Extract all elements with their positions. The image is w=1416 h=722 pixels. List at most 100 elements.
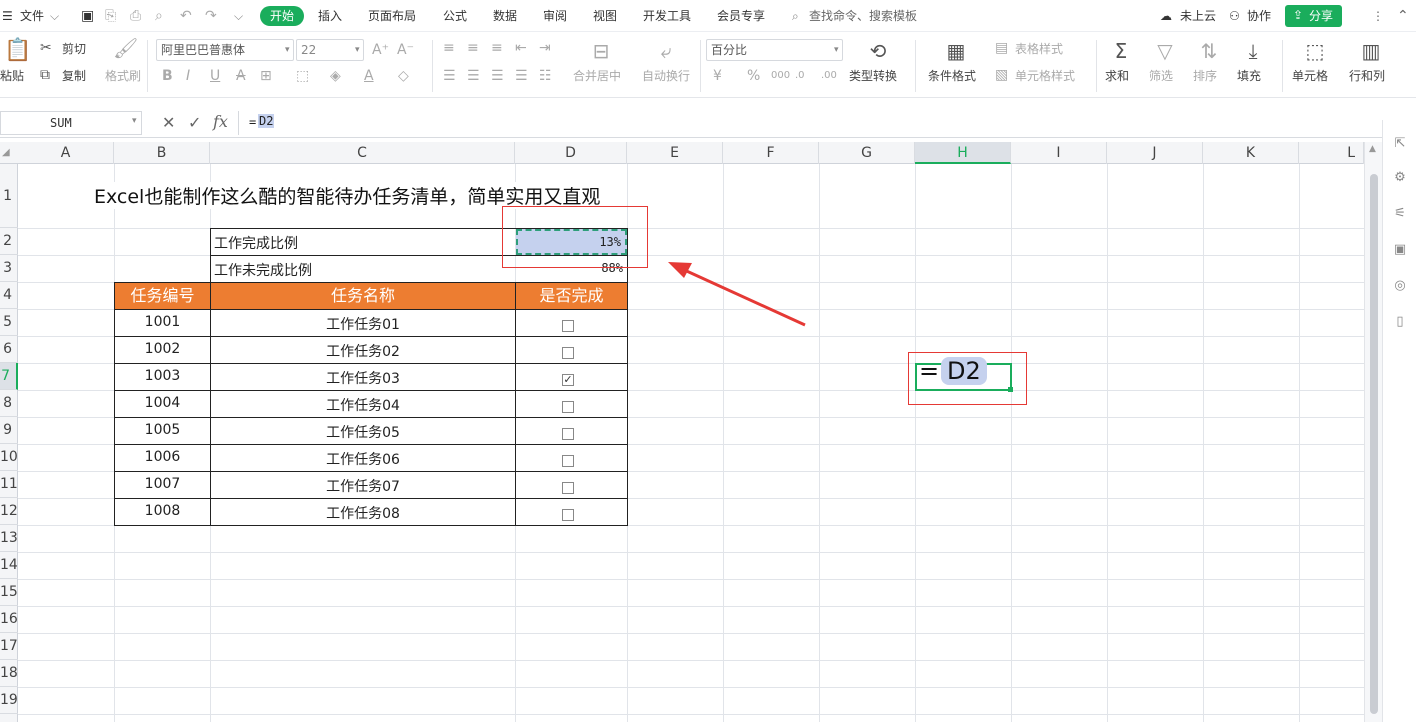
task-id[interactable]: 1002 (115, 341, 210, 357)
row-header-15[interactable]: 15 (0, 579, 18, 606)
column-header-j[interactable]: J (1107, 142, 1203, 164)
row-header-19[interactable]: 19 (0, 687, 18, 714)
task-name[interactable]: 工作任务08 (211, 503, 515, 523)
redo-icon[interactable]: ↷ (205, 8, 217, 24)
task-id[interactable]: 1005 (115, 422, 210, 438)
vertical-scrollbar[interactable]: ▲ (1364, 142, 1382, 722)
property-icon[interactable]: ⚟ (1392, 206, 1408, 222)
search-icon[interactable]: ⌕ (792, 8, 799, 24)
sum-icon[interactable]: Σ (1110, 40, 1132, 62)
header-done[interactable]: 是否完成 (515, 282, 628, 310)
paste-button[interactable]: 粘贴 (0, 69, 24, 83)
header-task-id[interactable]: 任务编号 (114, 282, 211, 310)
cancel-icon[interactable]: ✕ (162, 113, 175, 132)
row-header-5[interactable]: 5 (0, 309, 18, 336)
format-painter-button[interactable]: 格式刷 (105, 69, 141, 83)
filter-button[interactable]: 筛选 (1149, 69, 1173, 83)
file-menu[interactable]: 文件 (20, 8, 44, 24)
scrollbar-thumb[interactable] (1370, 174, 1378, 714)
print-icon[interactable]: ⎙ (130, 8, 141, 24)
scissors-icon[interactable]: ✂ (40, 40, 52, 56)
table-style-icon[interactable]: ▤ (995, 40, 1008, 56)
task-id[interactable]: 1006 (115, 449, 210, 465)
row-header-11[interactable]: 11 (0, 471, 18, 498)
customize-toolbar-icon[interactable]: ⌵ (234, 8, 243, 24)
row-header-3[interactable]: 3 (0, 255, 18, 282)
distribute-icon[interactable]: ☷ (539, 68, 552, 84)
collapse-icon[interactable]: ⌃ (1397, 8, 1409, 24)
task-id[interactable]: 1001 (115, 314, 210, 330)
sum-button[interactable]: 求和 (1105, 69, 1129, 83)
cut-button[interactable]: 剪切 (62, 42, 86, 56)
function-icon[interactable]: fx (213, 112, 228, 131)
fill-color-icon[interactable]: ◈ (330, 68, 341, 84)
settings-slider-icon[interactable]: ⚙ (1392, 170, 1408, 186)
formula-input[interactable]: = D2 (238, 111, 1378, 135)
command-search[interactable]: 查找命令、搜索模板 (809, 8, 917, 24)
task-name[interactable]: 工作任务05 (211, 422, 515, 442)
task-name[interactable]: 工作任务02 (211, 341, 515, 361)
row-header-18[interactable]: 18 (0, 660, 18, 687)
align-top-icon[interactable]: ≡ (443, 40, 455, 56)
tab-home[interactable]: 开始 (260, 6, 305, 26)
task-checkbox-checked[interactable]: ✓ (562, 374, 574, 386)
filter-icon[interactable]: ▽ (1154, 40, 1176, 62)
sheet-title[interactable]: Excel也能制作这么酷的智能待办任务清单，简单实用又直观 (94, 182, 605, 209)
special-effect-icon[interactable]: ⬚ (296, 68, 309, 84)
italic-icon[interactable]: I (186, 68, 190, 84)
underline-icon[interactable]: U (210, 68, 220, 84)
conditional-format-icon[interactable]: ▦ (945, 40, 967, 62)
tab-data[interactable]: 数据 (493, 8, 517, 24)
merge-center-button[interactable]: 合并居中 (573, 69, 621, 83)
task-id[interactable]: 1007 (115, 476, 210, 492)
tab-view[interactable]: 视图 (593, 8, 617, 24)
row-header-4[interactable]: 4 (0, 282, 18, 309)
tab-insert[interactable]: 插入 (318, 8, 342, 24)
align-middle-icon[interactable]: ≡ (467, 40, 479, 56)
cell-style-button[interactable]: 单元格样式 (1015, 69, 1075, 83)
task-id[interactable]: 1004 (115, 395, 210, 411)
row-header-9[interactable]: 9 (0, 417, 18, 444)
decrease-decimal-icon[interactable]: .00 (821, 68, 837, 84)
fill-button[interactable]: 填充 (1237, 69, 1261, 83)
task-checkbox[interactable] (562, 347, 574, 359)
column-header-h[interactable]: H (915, 142, 1011, 164)
compass-icon[interactable]: ◎ (1392, 278, 1408, 294)
row-header-16[interactable]: 16 (0, 606, 18, 633)
row-header-13[interactable]: 13 (0, 525, 18, 552)
column-header-c[interactable]: C (210, 142, 515, 164)
cloud-icon[interactable]: ☁ (1160, 8, 1172, 24)
type-convert-icon[interactable]: ⟲ (867, 40, 889, 62)
wrap-text-icon[interactable]: ⤶ (655, 40, 677, 62)
header-task-name[interactable]: 任务名称 (210, 282, 516, 310)
column-header-b[interactable]: B (114, 142, 210, 164)
tab-page-layout[interactable]: 页面布局 (368, 8, 416, 24)
task-name[interactable]: 工作任务01 (211, 314, 515, 334)
column-header-g[interactable]: G (819, 142, 915, 164)
paste-icon[interactable]: 📋 (4, 40, 31, 62)
tab-developer[interactable]: 开发工具 (643, 8, 691, 24)
task-id[interactable]: 1003 (115, 368, 210, 384)
strikethrough-icon[interactable]: A (236, 68, 246, 84)
name-box[interactable]: SUM ▾ (0, 111, 142, 135)
column-header-i[interactable]: I (1011, 142, 1107, 164)
task-id[interactable]: 1008 (115, 503, 210, 519)
justify-icon[interactable]: ☰ (515, 68, 528, 84)
select-all-icon[interactable]: ◢ (2, 147, 10, 158)
font-color-icon[interactable]: A (364, 68, 374, 84)
row-col-icon[interactable]: ▥ (1360, 40, 1382, 62)
task-name[interactable]: 工作任务04 (211, 395, 515, 415)
row-header-2[interactable]: 2 (0, 228, 18, 255)
row-header-10[interactable]: 10 (0, 444, 18, 471)
sort-icon[interactable]: ⇅ (1198, 40, 1220, 62)
collaborate-button[interactable]: 协作 (1247, 8, 1271, 24)
image-icon[interactable]: ▣ (1392, 242, 1408, 258)
increase-indent-icon[interactable]: ⇥ (539, 40, 551, 56)
undo-icon[interactable]: ↶ (180, 8, 192, 24)
chevron-down-icon[interactable]: ⌵ (50, 8, 59, 24)
tab-review[interactable]: 审阅 (543, 8, 567, 24)
sort-button[interactable]: 排序 (1193, 69, 1217, 83)
column-header-l[interactable]: L (1299, 142, 1364, 164)
align-left-icon[interactable]: ☰ (443, 68, 456, 84)
select-icon[interactable]: ⇱ (1392, 136, 1408, 152)
